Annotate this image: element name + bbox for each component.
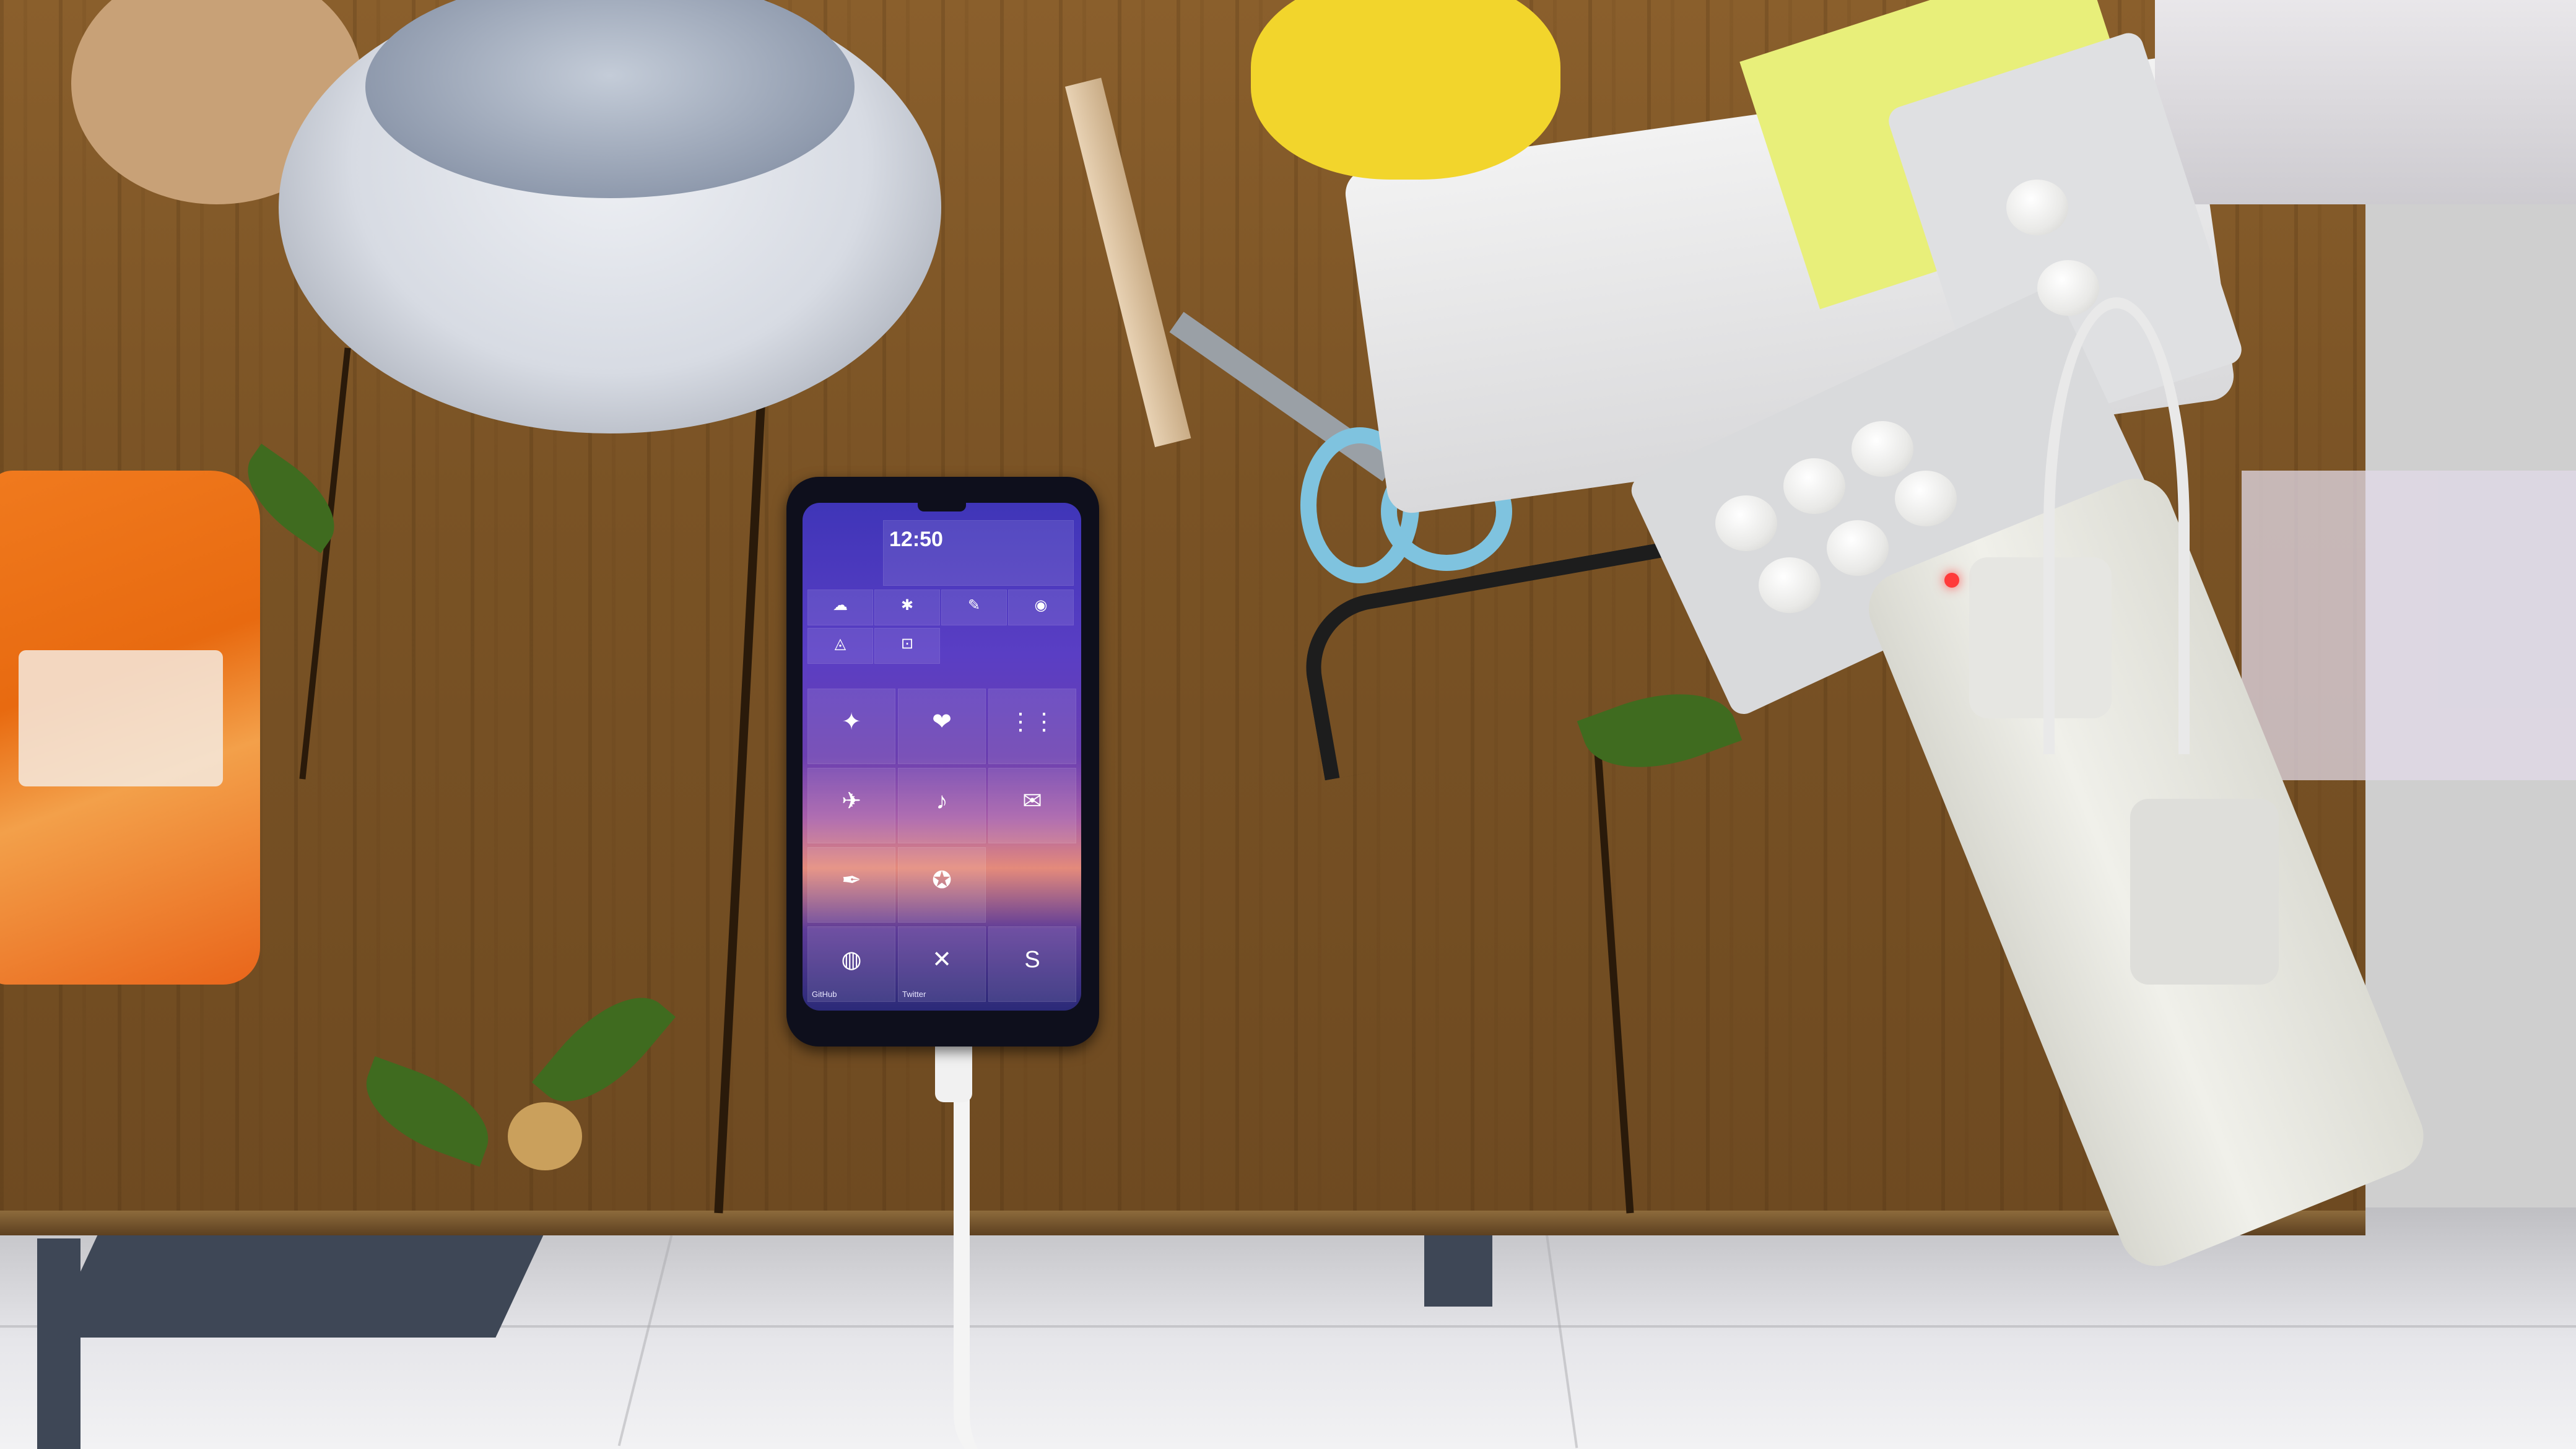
pill [2037,260,2099,316]
tile-notify[interactable]: ◬ [807,628,873,664]
plastic-drawer [2242,471,2576,780]
tile-send[interactable]: ✈ [807,768,895,843]
tile-chat[interactable]: ✉ [988,768,1076,843]
bell-icon: ◬ [834,635,846,652]
puzzle-icon: ✦ [842,708,861,735]
charger-plug [2130,799,2279,985]
tile-github[interactable]: ◍ GitHub [807,926,895,1002]
chat-icon: ✉ [1022,788,1042,814]
storage-box [2155,0,2576,204]
sale-icon: S [1024,946,1040,973]
pill [1895,471,1957,526]
photo-scene: 12:50 ☁ ✱ ✎ ◉ ◬ ⊡ ✦ ❤ ⋮⋮ ✈ ♪ ✉ ✒ ✪ ◍ GitHub ✕ Twitter S [0,0,2576,1449]
pill [2006,180,2068,235]
pencil-icon: ✎ [967,596,981,614]
charging-cable [954,1053,1013,1449]
smartphone: 12:50 ☁ ✱ ✎ ◉ ◬ ⊡ ✦ ❤ ⋮⋮ ✈ ♪ ✉ ✒ ✪ ◍ GitHub ✕ Twitter S [786,477,1099,1046]
twitter-icon: ✕ [932,946,952,973]
table-edge [0,1211,2365,1235]
send-icon: ✈ [842,788,861,814]
tile-camera[interactable]: ◉ [1008,590,1074,625]
snack-bag-label [19,650,223,786]
tile-lock[interactable]: ⊡ [874,628,940,664]
tile-pen[interactable]: ✒ [807,847,895,923]
tile-twitter[interactable]: ✕ Twitter [898,926,986,1002]
live-tile-clock-panel[interactable] [883,520,1074,586]
tile-label: GitHub [812,990,837,999]
grid-icon: ⋮⋮ [1009,708,1056,735]
tile-label: Twitter [902,990,926,999]
tile-photos[interactable]: ❤ [898,689,986,764]
camera-notch [918,503,966,511]
cloud-icon: ☁ [833,596,848,614]
power-led [1944,573,1959,588]
table-leg [37,1238,80,1449]
tile-apps[interactable]: ✦ [807,689,895,764]
tile-settings[interactable]: ✱ [874,590,940,625]
pill [1852,421,1913,477]
tile-grid[interactable]: ⋮⋮ [988,689,1076,764]
pill [1759,557,1821,613]
tile-weather[interactable]: ☁ [807,590,873,625]
table-leg [1424,1232,1492,1307]
music-icon: ♪ [936,788,948,814]
dried-flower [508,1102,582,1170]
yellow-plush-toy [1251,0,1560,180]
tile-compass[interactable]: ✪ [898,847,986,923]
pill [1827,520,1889,576]
lock-icon: ⊡ [900,635,914,652]
tile-music[interactable]: ♪ [898,768,986,843]
settings-icon: ✱ [900,596,914,614]
tile-sale[interactable]: S [988,926,1076,1002]
table-leg-frame [50,1232,545,1338]
compass-icon: ✪ [932,867,952,894]
pill [1715,495,1777,551]
white-cable [2043,297,2190,754]
github-icon: ◍ [841,946,862,973]
pill [1783,458,1845,514]
tile-edit[interactable]: ✎ [941,590,1007,625]
phone-screen: 12:50 ☁ ✱ ✎ ◉ ◬ ⊡ ✦ ❤ ⋮⋮ ✈ ♪ ✉ ✒ ✪ ◍ GitHub ✕ Twitter S [803,503,1081,1011]
heart-icon: ❤ [932,708,952,735]
camera-icon: ◉ [1034,596,1048,614]
pen-icon: ✒ [842,867,861,894]
